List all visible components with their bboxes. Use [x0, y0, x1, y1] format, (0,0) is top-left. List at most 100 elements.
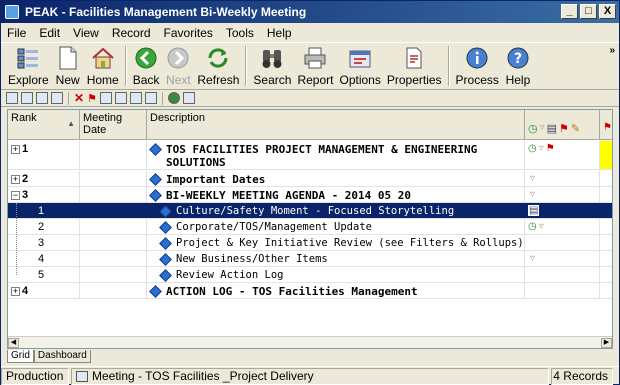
refresh-button[interactable]: Refresh: [194, 43, 242, 89]
toolbar-separator: [447, 46, 450, 86]
calendar-icon[interactable]: [99, 92, 112, 104]
expand-icon[interactable]: +: [11, 287, 20, 296]
menu-tools[interactable]: Tools: [226, 26, 254, 40]
table-row[interactable]: 2 Corporate/TOS/Management Update ◷ ▿: [8, 219, 612, 235]
table-row[interactable]: +1 TOS FACILITIES PROJECT MANAGEMENT & E…: [8, 141, 612, 170]
next-button[interactable]: Next: [162, 43, 194, 89]
flag-icon: ⚑: [603, 122, 612, 133]
meeting-date-cell[interactable]: [80, 251, 147, 266]
status-clock-icon: ◷: [528, 123, 538, 135]
column-header-description[interactable]: Description: [147, 110, 525, 140]
window-title: PEAK - Facilities Management Bi-Weekly M…: [25, 5, 307, 19]
report-label: Report: [297, 73, 334, 87]
back-button[interactable]: Back: [130, 43, 163, 89]
column-header-flag[interactable]: ⚑: [600, 110, 612, 140]
table-row[interactable]: 1 Culture/Safety Moment - Focused Storyt…: [8, 203, 612, 219]
expand-icon[interactable]: +: [11, 145, 20, 154]
menu-bar: File Edit View Record Favorites Tools He…: [1, 23, 619, 42]
explore-button[interactable]: Explore: [5, 43, 52, 89]
view-tabs: Grid Dashboard: [7, 350, 91, 364]
row-description: BI-WEEKLY MEETING AGENDA - 2014 05 20: [166, 189, 412, 202]
row-description: Project & Key Initiative Review (see Fil…: [176, 237, 524, 249]
table-row[interactable]: 3 Project & Key Initiative Review (see F…: [8, 235, 612, 251]
row-rank: 2: [22, 173, 29, 185]
paste-icon[interactable]: [51, 92, 63, 104]
monitor-icon[interactable]: [182, 92, 195, 104]
search-button[interactable]: Search: [250, 43, 294, 89]
delete-icon[interactable]: ✕: [74, 91, 84, 105]
document-icon[interactable]: [114, 92, 127, 104]
scroll-left-icon[interactable]: ◀: [8, 338, 19, 348]
next-arrow-icon: [165, 45, 191, 71]
meeting-date-cell[interactable]: [80, 267, 147, 282]
menu-favorites[interactable]: Favorites: [164, 26, 213, 40]
diamond-icon: [149, 285, 162, 298]
report-button[interactable]: Report: [294, 43, 336, 89]
horizontal-scrollbar[interactable]: ◀ ▶: [8, 336, 612, 348]
row-description: New Business/Other Items: [176, 253, 328, 265]
close-button[interactable]: X: [599, 4, 616, 19]
row-description: Review Action Log: [176, 269, 284, 281]
home-button[interactable]: Home: [84, 43, 122, 89]
app-icon: [5, 5, 19, 19]
table-row[interactable]: 5 Review Action Log: [8, 267, 612, 283]
meeting-date-cell[interactable]: [80, 141, 147, 169]
diamond-icon: [149, 143, 162, 156]
properties-button[interactable]: Properties: [384, 43, 445, 89]
menu-view[interactable]: View: [73, 26, 99, 40]
menu-help[interactable]: Help: [267, 26, 292, 40]
options-label: Options: [339, 73, 381, 87]
tab-grid[interactable]: Grid: [7, 350, 34, 363]
meeting-date-cell[interactable]: [80, 203, 147, 218]
maximize-button[interactable]: □: [580, 4, 597, 19]
expand-icon[interactable]: +: [11, 175, 20, 184]
grid-header: Rank ▲ Meeting Date Description ◷ ▿ ▤ ⚑ …: [8, 110, 612, 140]
column-header-rank[interactable]: Rank ▲: [8, 110, 80, 140]
document-icon: ▤: [528, 205, 540, 216]
row-rank: 1: [38, 205, 45, 217]
help-icon: ?: [505, 45, 531, 71]
globe-icon[interactable]: [167, 92, 180, 104]
column-header-meeting-date[interactable]: Meeting Date: [80, 110, 147, 140]
meeting-date-cell[interactable]: [80, 187, 147, 202]
collapse-icon[interactable]: −: [11, 191, 20, 200]
help-button[interactable]: ? Help: [502, 43, 534, 89]
new-button[interactable]: New: [52, 43, 84, 89]
info-icon: [464, 45, 490, 71]
tab-dashboard[interactable]: Dashboard: [33, 350, 91, 363]
toolbar-overflow-chevron-icon[interactable]: »: [609, 45, 615, 56]
save-icon[interactable]: [21, 92, 33, 104]
menu-file[interactable]: File: [7, 26, 26, 40]
table-row[interactable]: 4 New Business/Other Items ▿: [8, 251, 612, 267]
title-bar[interactable]: PEAK - Facilities Management Bi-Weekly M…: [1, 1, 619, 23]
menu-record[interactable]: Record: [112, 26, 151, 40]
meeting-date-cell[interactable]: [80, 283, 147, 298]
table-row[interactable]: −3 BI-WEEKLY MEETING AGENDA - 2014 05 20…: [8, 187, 612, 203]
menu-edit[interactable]: Edit: [39, 26, 60, 40]
options-button[interactable]: Options: [336, 43, 383, 89]
back-label: Back: [132, 73, 160, 87]
row-rank: 4: [22, 285, 29, 297]
flag-icon[interactable]: ⚑: [87, 92, 97, 105]
status-clock-icon: ◷: [528, 143, 537, 154]
copy-icon[interactable]: [36, 92, 48, 104]
process-button[interactable]: Process: [453, 43, 502, 89]
column-header-label: Rank: [11, 112, 37, 124]
sort-ascending-icon: ▲: [67, 119, 75, 128]
column-header-status-icons[interactable]: ◷ ▿ ▤ ⚑ ✎: [525, 110, 600, 140]
view-icon[interactable]: [6, 92, 18, 104]
meeting-date-cell[interactable]: [80, 219, 147, 234]
meeting-date-cell[interactable]: [80, 235, 147, 250]
table-row[interactable]: +4 ACTION LOG - TOS Facilities Managemen…: [8, 283, 612, 299]
minimize-button[interactable]: _: [561, 4, 578, 19]
clock-icon[interactable]: [129, 92, 142, 104]
filter-icon: ▿: [530, 189, 536, 200]
meeting-date-cell[interactable]: [80, 171, 147, 186]
home-label: Home: [86, 73, 119, 87]
edit-icon[interactable]: [144, 92, 157, 104]
note-icon: ✎: [570, 123, 581, 135]
table-row[interactable]: +2 Important Dates ▿: [8, 171, 612, 187]
scroll-right-icon[interactable]: ▶: [601, 338, 612, 348]
refresh-label: Refresh: [197, 73, 240, 87]
main-toolbar: Explore New Home Back Next Refresh Searc…: [1, 42, 619, 90]
